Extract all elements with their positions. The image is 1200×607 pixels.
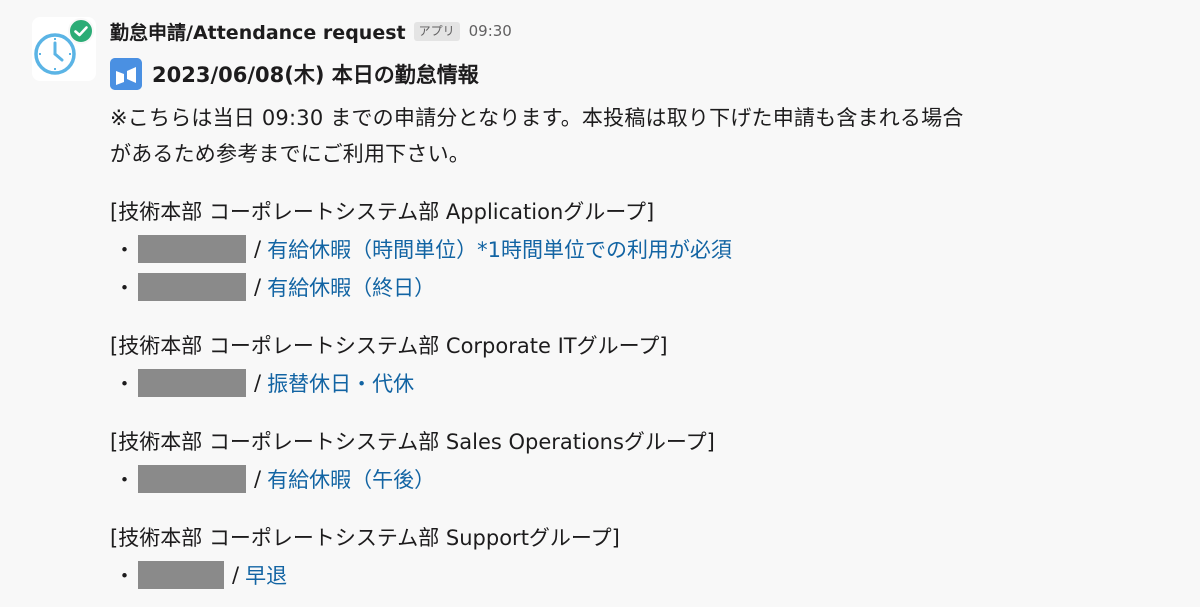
- redacted-name: [138, 235, 246, 263]
- redacted-name: [138, 273, 246, 301]
- list-item: ・ / 早退: [110, 556, 1180, 594]
- group-title: [技術本部 コーポレートシステム部 Applicationグループ]: [110, 200, 655, 224]
- app-badge: アプリ: [413, 21, 460, 41]
- separator: /: [232, 563, 240, 587]
- leave-type-link[interactable]: 有給休暇（終日）: [267, 272, 435, 302]
- bullet: ・: [114, 468, 135, 492]
- leave-type-link[interactable]: 早退: [245, 560, 287, 590]
- bullet: ・: [114, 238, 135, 262]
- group-title: [技術本部 コーポレートシステム部 Corporate ITグループ]: [110, 334, 668, 358]
- calendar-icon: [110, 58, 142, 90]
- list-item: ・ / 有給休暇（午後）: [110, 460, 1180, 498]
- redacted-name: [138, 369, 246, 397]
- list-item: ・ / 振替休日・代休: [110, 364, 1180, 402]
- message-title-line: 2023/06/08(木) 本日の勤怠情報: [110, 54, 1180, 94]
- list-item: ・ / 有給休暇（時間単位）*1時間単位での利用が必須: [110, 230, 1180, 268]
- group-support: [技術本部 コーポレートシステム部 Supportグループ] ・ / 早退: [110, 520, 1180, 594]
- separator: /: [254, 371, 262, 395]
- notice-line: ※こちらは当日 09:30 までの申請分となります。本投稿は取り下げた申請も含ま…: [110, 106, 964, 130]
- separator: /: [254, 237, 262, 261]
- message: 勤怠申請/Attendance request アプリ 09:30 2023/0…: [110, 16, 1180, 594]
- group-title: [技術本部 コーポレートシステム部 Supportグループ]: [110, 526, 620, 550]
- group-corporate-it: [技術本部 コーポレートシステム部 Corporate ITグループ] ・ / …: [110, 328, 1180, 402]
- leave-type-link[interactable]: 振替休日・代休: [267, 368, 414, 398]
- leave-type-link[interactable]: 有給休暇（午後）: [267, 464, 435, 494]
- app-name[interactable]: 勤怠申請/Attendance request: [110, 18, 406, 45]
- bullet: ・: [114, 564, 135, 588]
- redacted-name: [138, 561, 224, 589]
- group-application: [技術本部 コーポレートシステム部 Applicationグループ] ・ / 有…: [110, 194, 1180, 306]
- timestamp[interactable]: 09:30: [469, 22, 512, 40]
- separator: /: [254, 467, 262, 491]
- message-title: 2023/06/08(木) 本日の勤怠情報: [152, 63, 479, 87]
- bullet: ・: [114, 372, 135, 396]
- check-circle-icon: [68, 18, 94, 44]
- notice-text: ※こちらは当日 09:30 までの申請分となります。本投稿は取り下げた申請も含ま…: [110, 100, 1180, 172]
- message-header: 勤怠申請/Attendance request アプリ 09:30: [110, 16, 1180, 46]
- group-sales-operations: [技術本部 コーポレートシステム部 Sales Operationsグループ] …: [110, 424, 1180, 498]
- leave-type-link[interactable]: 有給休暇（時間単位）*1時間単位での利用が必須: [267, 234, 732, 264]
- redacted-name: [138, 465, 246, 493]
- separator: /: [254, 275, 262, 299]
- group-title: [技術本部 コーポレートシステム部 Sales Operationsグループ]: [110, 430, 715, 454]
- bullet: ・: [114, 276, 135, 300]
- notice-line: があるため参考までにご利用下さい。: [110, 142, 470, 166]
- list-item: ・ / 有給休暇（終日）: [110, 268, 1180, 306]
